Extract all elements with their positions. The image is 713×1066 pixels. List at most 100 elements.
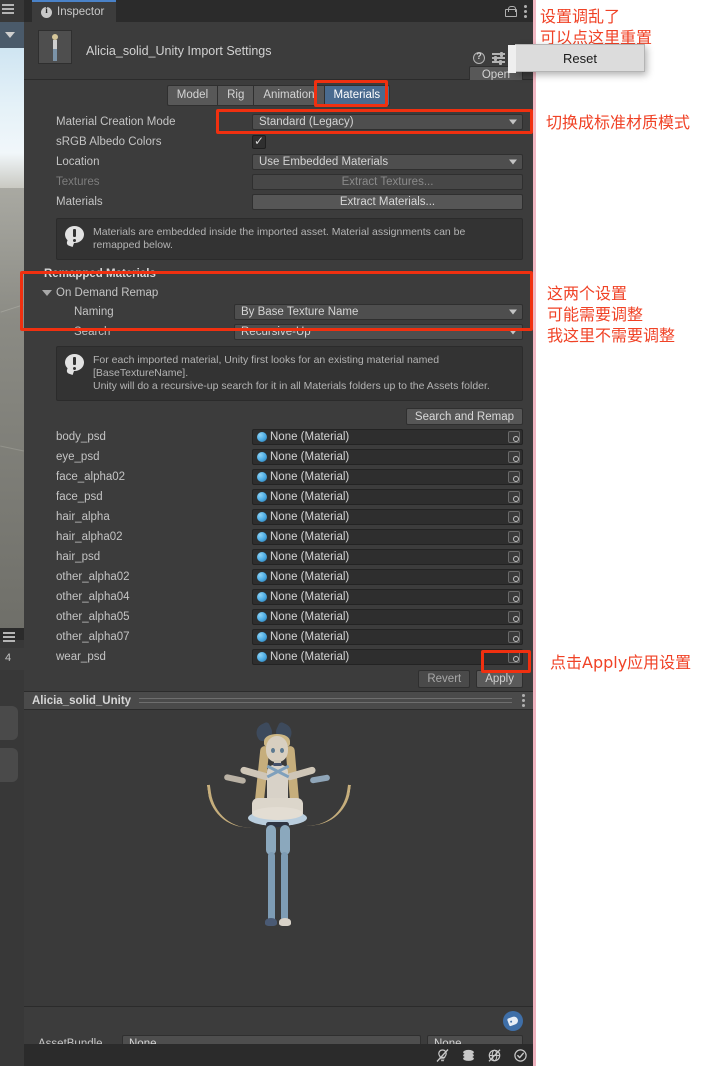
material-slot-name: eye_psd [56, 451, 100, 463]
on-demand-remap-foldout[interactable]: On Demand Remap [24, 283, 533, 302]
material-sphere-icon [257, 652, 267, 662]
preview-header: Alicia_solid_Unity [24, 691, 533, 710]
row-materials: Materials Extract Materials... [24, 192, 533, 212]
object-picker-icon[interactable] [508, 651, 520, 663]
checkmark-icon[interactable] [507, 1044, 533, 1066]
tab-animation[interactable]: Animation [253, 84, 324, 106]
object-picker-icon[interactable] [508, 531, 520, 543]
annotation-creation-mode: 切换成标准材质模式 [546, 113, 691, 132]
animation-icon[interactable] [455, 1044, 481, 1066]
search-and-remap-button[interactable]: Search and Remap [405, 408, 523, 425]
search-dropdown[interactable]: Recursive-Up [234, 324, 523, 340]
info-icon [41, 5, 52, 18]
material-remap-list: body_psd None (Material) eye_psd None (Mate… [24, 427, 533, 667]
context-menu-item-reset[interactable]: Reset [563, 51, 597, 66]
project-thumb-b[interactable] [0, 748, 18, 782]
lighting-off-icon[interactable] [429, 1044, 455, 1066]
preview-statusbar [24, 1044, 533, 1066]
material-object-field[interactable]: None (Material) [252, 529, 523, 545]
material-creation-mode-value: Standard (Legacy) [259, 116, 354, 128]
preset-icon[interactable] [492, 51, 505, 65]
left-edge-panels: 4 [0, 0, 24, 1066]
kebab-menu-icon[interactable] [524, 4, 527, 18]
tag-icon[interactable] [503, 1011, 523, 1031]
object-picker-icon[interactable] [508, 451, 520, 463]
material-object-field[interactable]: None (Material) [252, 469, 523, 485]
remap-info-text: For each imported material, Unity first … [93, 354, 490, 392]
location-dropdown[interactable]: Use Embedded Materials [252, 154, 523, 170]
material-object-value: None (Material) [270, 531, 350, 543]
material-object-field[interactable]: None (Material) [252, 429, 523, 445]
scene-sky [0, 48, 24, 188]
material-sphere-icon [257, 632, 267, 642]
material-object-field[interactable]: None (Material) [252, 649, 523, 665]
extract-materials-button[interactable]: Extract Materials... [252, 194, 523, 210]
object-picker-icon[interactable] [508, 571, 520, 583]
help-icon[interactable] [473, 51, 485, 64]
project-hamburger-icon[interactable] [3, 632, 15, 644]
material-slot-name: other_alpha05 [56, 611, 130, 623]
material-object-field[interactable]: None (Material) [252, 449, 523, 465]
annotation-apply: 点击Apply应用设置 [550, 653, 692, 672]
scene-view-tab[interactable] [0, 22, 24, 48]
object-picker-icon[interactable] [508, 511, 520, 523]
material-object-field[interactable]: None (Material) [252, 549, 523, 565]
material-slot-name: other_alpha04 [56, 591, 130, 603]
object-picker-icon[interactable] [508, 431, 520, 443]
material-object-field[interactable]: None (Material) [252, 509, 523, 525]
row-material-creation-mode: Material Creation Mode Standard (Legacy) [24, 112, 533, 132]
material-object-value: None (Material) [270, 591, 350, 603]
object-picker-icon[interactable] [508, 491, 520, 503]
material-creation-mode-dropdown[interactable]: Standard (Legacy) [252, 114, 523, 130]
tab-model[interactable]: Model [166, 84, 218, 106]
scene-hamburger-icon[interactable] [2, 4, 16, 18]
remap-info-box: For each imported material, Unity first … [56, 346, 523, 401]
material-object-field[interactable]: None (Material) [252, 589, 523, 605]
material-creation-mode-label: Material Creation Mode [56, 116, 176, 128]
preview-kebab-menu-icon[interactable] [522, 694, 525, 707]
srgb-albedo-checkbox[interactable] [252, 134, 266, 149]
preview-grip[interactable] [139, 698, 512, 703]
project-tab-strip[interactable] [0, 648, 24, 670]
chevron-down-icon [509, 329, 517, 335]
apply-button[interactable]: Apply [476, 670, 523, 688]
on-demand-remap-label: On Demand Remap [56, 286, 159, 299]
textures-label: Textures [56, 176, 100, 188]
project-thumb-a[interactable] [0, 706, 18, 740]
material-slot-name: hair_alpha02 [56, 531, 123, 543]
asset-title: Alicia_solid_Unity Import Settings [86, 44, 272, 58]
row-naming: Naming By Base Texture Name [24, 302, 533, 322]
tab-materials[interactable]: Materials [323, 84, 391, 106]
material-object-value: None (Material) [270, 651, 350, 663]
extract-textures-button: Extract Textures... [252, 174, 523, 190]
object-picker-icon[interactable] [508, 611, 520, 623]
material-object-value: None (Material) [270, 451, 350, 463]
object-picker-icon[interactable] [508, 551, 520, 563]
object-picker-icon[interactable] [508, 631, 520, 643]
naming-dropdown[interactable]: By Base Texture Name [234, 304, 523, 320]
materials-info-box: Materials are embedded inside the import… [56, 218, 523, 260]
tab-rig[interactable]: Rig [217, 84, 254, 106]
material-sphere-icon [257, 432, 267, 442]
material-object-value: None (Material) [270, 611, 350, 623]
search-remap-row: Search and Remap [24, 405, 533, 427]
object-picker-icon[interactable] [508, 591, 520, 603]
table-row: hair_alpha02 None (Material) [24, 527, 533, 547]
object-picker-icon[interactable] [508, 471, 520, 483]
material-slot-name: body_psd [56, 431, 106, 443]
material-object-field[interactable]: None (Material) [252, 489, 523, 505]
material-object-value: None (Material) [270, 511, 350, 523]
wireframe-off-icon[interactable] [481, 1044, 507, 1066]
tab-inspector[interactable]: Inspector [32, 0, 117, 22]
table-row: other_alpha02 None (Material) [24, 567, 533, 587]
material-object-field[interactable]: None (Material) [252, 609, 523, 625]
lock-icon[interactable] [505, 5, 517, 17]
titlebar-actions [505, 0, 527, 22]
revert-button[interactable]: Revert [418, 670, 471, 688]
preview-viewport[interactable] [24, 710, 533, 1006]
revert-apply-row: Revert Apply [24, 667, 533, 691]
context-menu-reset[interactable]: Reset [508, 44, 645, 73]
materials-info-text: Materials are embedded inside the import… [93, 226, 466, 251]
material-object-field[interactable]: None (Material) [252, 569, 523, 585]
material-object-field[interactable]: None (Material) [252, 629, 523, 645]
